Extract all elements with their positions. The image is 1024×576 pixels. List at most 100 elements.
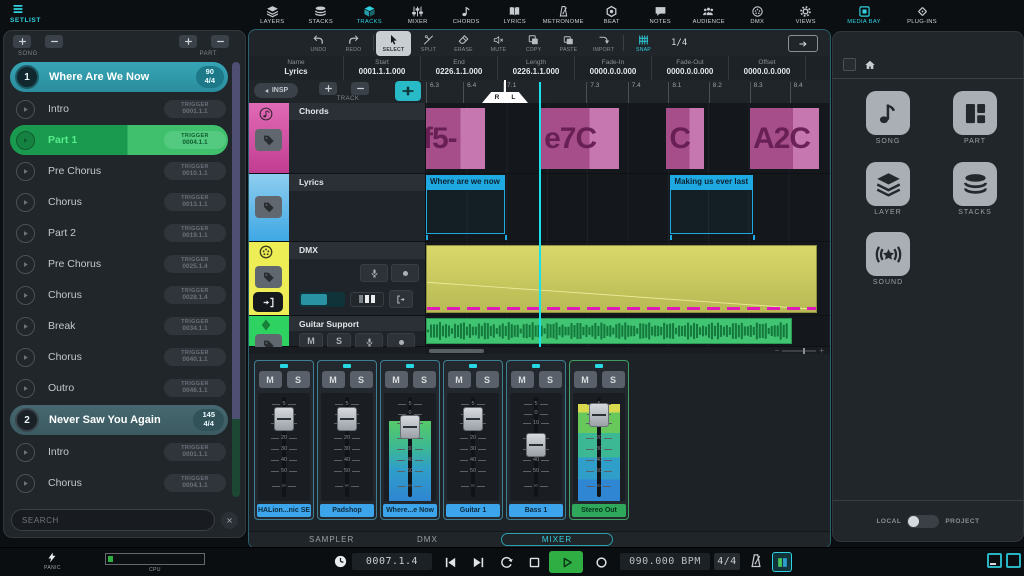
panic-button[interactable]: PANIC <box>44 551 61 571</box>
info-start[interactable]: Start 0001.1.1.000 <box>344 56 421 80</box>
setlist-menu-button[interactable]: SETLIST <box>10 3 70 24</box>
tab-media-bay[interactable]: MEDIA BAY <box>836 0 892 29</box>
dmx-input-button[interactable] <box>253 292 283 312</box>
tab-stacks[interactable]: STACKS <box>297 0 346 29</box>
mute-button[interactable]: M <box>321 371 345 388</box>
setlist-part[interactable]: Pre Chorus TRIGGER 0025.1.4 <box>10 249 228 279</box>
fader-handle[interactable] <box>526 433 546 458</box>
go-to-end-button[interactable] <box>465 552 491 572</box>
mixer-channel-5[interactable]: MS501020304050∞Bass 1 <box>506 360 566 520</box>
fader-handle[interactable] <box>589 403 609 428</box>
meter-view-button[interactable] <box>772 552 792 572</box>
tab-mixer[interactable]: MIXER <box>394 0 443 29</box>
solo-button[interactable]: S <box>538 371 562 388</box>
lyric-event[interactable]: Where are we now <box>426 175 505 234</box>
audio-event[interactable] <box>426 318 792 344</box>
split-button[interactable]: SPLIT <box>411 31 446 56</box>
tab-audience[interactable]: AUDIENCE <box>685 0 734 29</box>
info-fade-out[interactable]: Fade-Out 0000.0.0.000 <box>652 56 729 80</box>
zone-tab-sampler[interactable]: SAMPLER <box>309 535 354 544</box>
part-play-button[interactable] <box>16 473 35 493</box>
tab-chords[interactable]: CHORDS <box>442 0 491 29</box>
dmx-lane[interactable] <box>426 242 830 315</box>
setlist-part[interactable]: Part 1 TRIGGER 0004.1.1 <box>10 125 228 155</box>
setlist-part[interactable]: Part 2 TRIGGER 0019.1.1 <box>10 218 228 248</box>
part-play-button[interactable] <box>16 130 35 150</box>
search-input[interactable] <box>11 509 215 531</box>
position-display[interactable]: 0007.1.4 <box>352 553 432 570</box>
scrollbar-handle[interactable] <box>429 348 484 353</box>
tab-views[interactable]: VIEWS <box>782 0 831 29</box>
add-part-button[interactable] <box>179 35 197 48</box>
setlist-part[interactable]: Outro TRIGGER 0046.1.1 <box>10 373 228 403</box>
zone-tab-dmx[interactable]: DMX <box>417 535 438 544</box>
fader-handle[interactable] <box>337 406 357 431</box>
info-end[interactable]: End 0226.1.1.000 <box>421 56 498 80</box>
setlist-part[interactable]: Pre Chorus TRIGGER 0010.1.1 <box>10 156 228 186</box>
part-play-button[interactable] <box>16 161 35 181</box>
mixer-channel-2[interactable]: MS501020304050∞Padshop <box>317 360 377 520</box>
tab-layers[interactable]: LAYERS <box>248 0 297 29</box>
track-controls-button[interactable] <box>395 81 421 101</box>
chord-event[interactable]: C <box>666 108 704 169</box>
part-play-button[interactable] <box>16 223 35 243</box>
expand-toolbar-button[interactable] <box>788 35 818 52</box>
time-signature-display[interactable]: 4/4 <box>714 553 740 570</box>
tab-metronome[interactable]: METRONOME <box>539 0 588 29</box>
setlist-part[interactable]: Chorus TRIGGER 0013.1.1 <box>10 187 228 217</box>
zone-tab-mixer[interactable]: MIXER <box>501 533 613 546</box>
part-play-button[interactable] <box>16 504 35 505</box>
local-project-toggle[interactable] <box>907 515 940 528</box>
setlist-song[interactable]: 1 Where Are We Now 90 4/4 <box>10 62 228 92</box>
info-length[interactable]: Length 0226.1.1.000 <box>498 56 575 80</box>
dmx-output-button[interactable] <box>389 290 413 308</box>
setlist-part[interactable]: Part 1TRIGGER0010.1.1 <box>10 499 228 505</box>
guitar-lane[interactable] <box>426 316 830 346</box>
setlist-scrollbar[interactable] <box>232 62 240 497</box>
setlist-part[interactable]: Break TRIGGER 0034.1.1 <box>10 311 228 341</box>
solo-button[interactable]: S <box>412 371 436 388</box>
setlist-part[interactable]: Intro TRIGGER 0001.1.1 <box>10 94 228 124</box>
playhead[interactable] <box>539 82 541 347</box>
fader-handle[interactable] <box>463 406 483 431</box>
mute-button[interactable]: MUTE <box>481 31 516 56</box>
fader-handle[interactable] <box>400 415 420 440</box>
stop-button[interactable] <box>521 552 547 572</box>
go-to-start-button[interactable] <box>437 552 463 572</box>
mute-button[interactable]: M <box>510 371 534 388</box>
tag-icon-box[interactable] <box>255 266 282 288</box>
setlist-part[interactable]: Chorus TRIGGER 0028.1.4 <box>10 280 228 310</box>
tab-notes[interactable]: NOTES <box>636 0 685 29</box>
remove-part-button[interactable] <box>211 35 229 48</box>
remove-track-button[interactable] <box>351 82 369 95</box>
info-offset[interactable]: Offset 0000.0.0.000 <box>729 56 806 80</box>
tab-dmx[interactable]: DMX <box>733 0 782 29</box>
mixer-channel-6[interactable]: MS501020304050∞Stereo Out <box>569 360 629 520</box>
record-button[interactable] <box>588 552 614 572</box>
solo-button[interactable]: S <box>475 371 499 388</box>
import-button[interactable]: IMPORT <box>586 31 621 56</box>
part-play-button[interactable] <box>16 378 35 398</box>
part-play-button[interactable] <box>16 316 35 336</box>
tab-tracks[interactable]: TRACKS <box>345 0 394 29</box>
mixer-channel-4[interactable]: MS501020304050∞Guitar 1 <box>443 360 503 520</box>
mediabay-item-sound[interactable]: SOUND <box>855 232 921 286</box>
mixer-channel-1[interactable]: MS501020304050∞HALion...nic SE <box>254 360 314 520</box>
tab-plug-ins[interactable]: PLUG-INS <box>894 0 950 29</box>
mute-button[interactable]: M <box>258 371 282 388</box>
mediabay-item-layer[interactable]: LAYER <box>855 162 921 216</box>
solo-button[interactable]: S <box>349 371 373 388</box>
zoom-control[interactable]: − + <box>775 347 824 355</box>
add-song-button[interactable] <box>13 35 31 48</box>
mediabay-item-part[interactable]: PART <box>942 91 1008 145</box>
mediabay-item-stacks[interactable]: STACKS <box>942 162 1008 216</box>
timeline-scrollbar[interactable]: − + <box>249 347 830 355</box>
chord-event[interactable]: f5- <box>426 108 485 169</box>
dmx-level-slider[interactable] <box>299 291 345 307</box>
solo-button[interactable]: S <box>286 371 310 388</box>
metronome-icon[interactable] <box>748 553 764 569</box>
remove-song-button[interactable] <box>45 35 63 48</box>
erase-button[interactable]: ERASE <box>446 31 481 56</box>
mixer-channel-3[interactable]: MS501020304050∞Where...e Now <box>380 360 440 520</box>
copy-button[interactable]: COPY <box>516 31 551 56</box>
